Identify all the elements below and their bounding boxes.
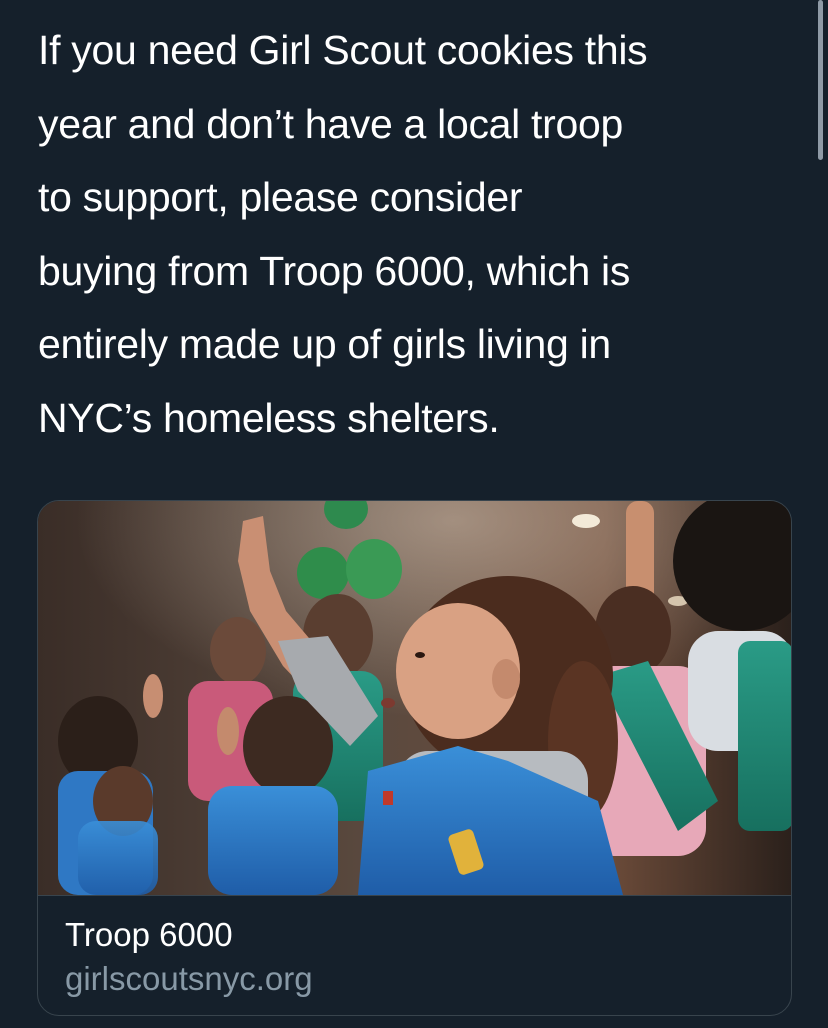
tweet-text-line: NYC’s homeless shelters.	[38, 394, 500, 441]
tweet-text-line: If you need Girl Scout cookies this	[38, 27, 648, 73]
tweet-text-line: entirely made up of girls living in	[38, 321, 611, 367]
link-card-title[interactable]: Troop 6000	[65, 916, 233, 954]
girl-scouts-photo	[38, 501, 791, 895]
tweet-text-line: to support, please consider	[38, 174, 523, 220]
tweet-text: If you need Girl Scout cookies this year…	[38, 14, 808, 455]
tweet-text-line: buying from Troop 6000, which is	[38, 247, 631, 294]
link-card-footer[interactable]: Troop 6000 girlscoutsnyc.org	[38, 895, 791, 1015]
link-card-image[interactable]	[38, 501, 791, 895]
link-card-domain[interactable]: girlscoutsnyc.org	[65, 960, 313, 998]
link-card[interactable]: Troop 6000 girlscoutsnyc.org	[37, 500, 792, 1016]
tweet-text-line: year and don’t have a local troop	[38, 100, 624, 147]
scrollbar[interactable]	[818, 0, 823, 160]
